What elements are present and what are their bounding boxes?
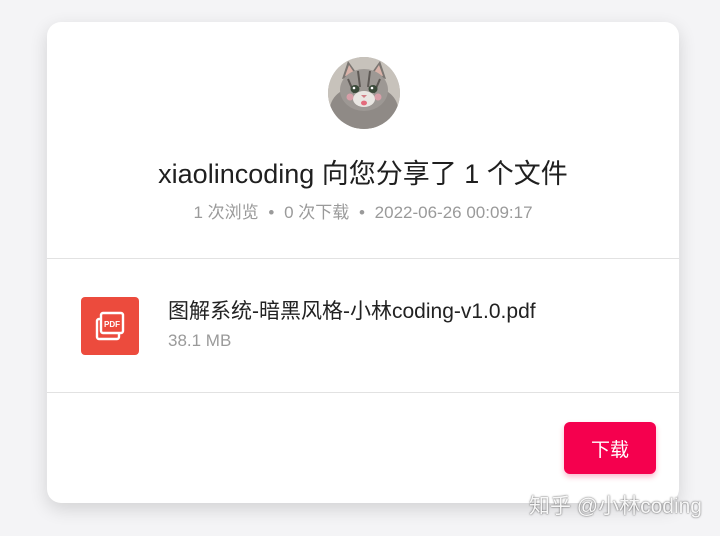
- pdf-file-icon: PDF: [81, 297, 139, 355]
- share-title: xiaolincoding 向您分享了 1 个文件: [158, 159, 568, 189]
- download-button[interactable]: 下载: [564, 422, 656, 474]
- cat-avatar-icon: [328, 57, 400, 129]
- file-item[interactable]: PDF 图解系统-暗黑风格-小林coding-v1.0.pdf 38.1 MB: [47, 259, 679, 392]
- divider: [47, 392, 679, 393]
- view-count: 1 次浏览: [193, 203, 259, 222]
- meta-separator: •: [358, 203, 365, 222]
- file-size: 38.1 MB: [168, 331, 232, 350]
- share-meta: 1 次浏览 • 0 次下载 • 2022-06-26 00:09:17: [47, 198, 679, 223]
- download-count: 0 次下载: [284, 203, 350, 222]
- avatar: [328, 57, 400, 129]
- watermark: 知乎 @小林coding: [528, 495, 702, 518]
- share-card: xiaolincoding 向您分享了 1 个文件 1 次浏览 • 0 次下载 …: [47, 22, 679, 503]
- file-name[interactable]: 图解系统-暗黑风格-小林coding-v1.0.pdf: [168, 295, 536, 325]
- pdf-icon-label: PDF: [104, 320, 120, 329]
- share-timestamp: 2022-06-26 00:09:17: [374, 203, 533, 222]
- meta-separator: •: [268, 203, 275, 222]
